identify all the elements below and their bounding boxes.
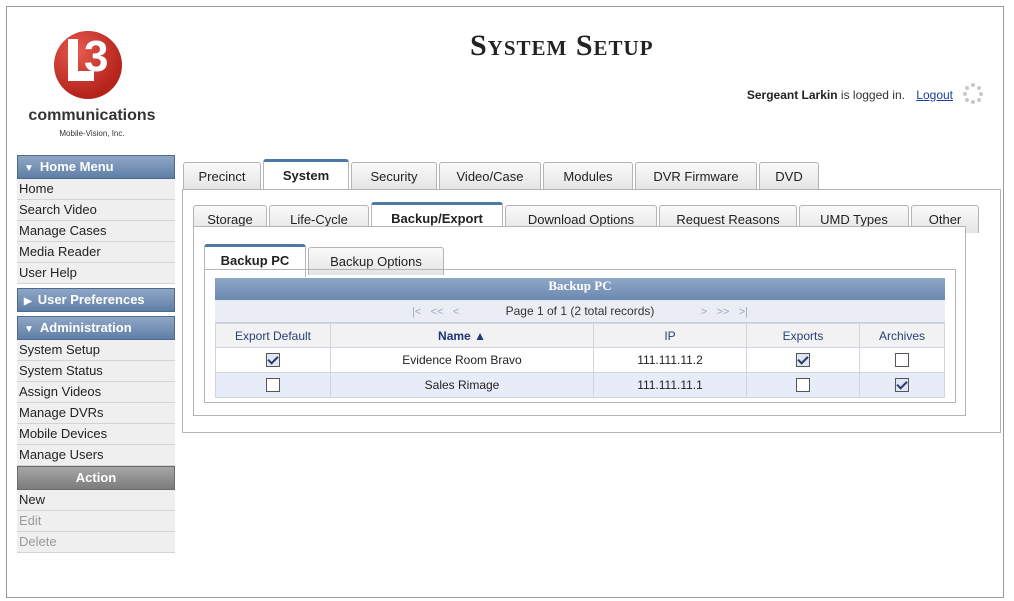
col-archives[interactable]: Archives bbox=[859, 323, 945, 348]
sidebar-item-system-setup[interactable]: System Setup bbox=[17, 340, 175, 361]
system-panel: Storage Life-Cycle Backup/Export Downloa… bbox=[182, 189, 1001, 433]
tab-system[interactable]: System bbox=[263, 159, 349, 192]
company-logo: 3 communications Mobile-Vision, Inc. bbox=[17, 31, 167, 161]
name-cell: Sales Rimage bbox=[330, 372, 594, 398]
sidebar-item-manage-dvrs[interactable]: Manage DVRs bbox=[17, 403, 175, 424]
archives-cell bbox=[859, 347, 945, 373]
backup-pc-table: Export Default Name ▲ IP Exports Archive… bbox=[215, 323, 945, 398]
next-block-icon[interactable]: >> bbox=[717, 306, 730, 318]
tab-modules[interactable]: Modules bbox=[543, 162, 633, 190]
exports-checkbox[interactable] bbox=[796, 378, 810, 393]
first-page-icon[interactable]: |< bbox=[412, 306, 421, 318]
exports-cell bbox=[746, 347, 860, 373]
ip-cell: 111.111.11.1 bbox=[593, 372, 747, 398]
logout-link[interactable]: Logout bbox=[916, 88, 953, 102]
col-ip[interactable]: IP bbox=[593, 323, 747, 348]
administration-header[interactable]: ▼ Administration bbox=[17, 316, 175, 340]
sidebar-item-manage-cases[interactable]: Manage Cases bbox=[17, 221, 175, 242]
table-header-row: Export Default Name ▲ IP Exports Archive… bbox=[215, 323, 945, 348]
login-status: Sergeant Larkin is logged in. Logout bbox=[747, 88, 953, 102]
page-title: System Setup bbox=[470, 29, 654, 62]
last-page-icon[interactable]: >| bbox=[739, 306, 748, 318]
table-row[interactable]: Evidence Room Bravo 111.111.11.2 bbox=[215, 347, 945, 373]
tab-security[interactable]: Security bbox=[351, 162, 437, 190]
sidebar-item-user-help[interactable]: User Help bbox=[17, 263, 175, 284]
pager-text: Page 1 of 1 (2 total records) bbox=[505, 304, 655, 318]
user-name: Sergeant Larkin bbox=[746, 88, 838, 102]
sidebar-item-home[interactable]: Home bbox=[17, 179, 175, 200]
archives-cell bbox=[859, 372, 945, 398]
sidebar-item-mobile-devices[interactable]: Mobile Devices bbox=[17, 424, 175, 445]
grid-title: Backup PC bbox=[215, 278, 945, 300]
sidebar-item-media-reader[interactable]: Media Reader bbox=[17, 242, 175, 263]
sidebar-item-assign-videos[interactable]: Assign Videos bbox=[17, 382, 175, 403]
sidebar-item-system-status[interactable]: System Status bbox=[17, 361, 175, 382]
app-frame: 3 communications Mobile-Vision, Inc. Sys… bbox=[6, 6, 1004, 598]
prev-block-icon[interactable]: << bbox=[431, 306, 444, 318]
tab-video-case[interactable]: Video/Case bbox=[439, 162, 541, 190]
logo-mark: 3 bbox=[54, 31, 122, 99]
action-new[interactable]: New bbox=[17, 490, 175, 511]
export-default-cell bbox=[215, 372, 331, 398]
archives-checkbox[interactable] bbox=[895, 353, 909, 368]
col-export-default[interactable]: Export Default bbox=[215, 323, 331, 348]
tab-precinct[interactable]: Precinct bbox=[183, 162, 261, 190]
logo-brand-text: communications bbox=[28, 107, 156, 124]
triangle-down-icon: ▼ bbox=[24, 324, 34, 335]
home-menu-header[interactable]: ▼ Home Menu bbox=[17, 155, 175, 179]
action-edit: Edit bbox=[17, 511, 175, 532]
grid-pager: |< << < Page 1 of 1 (2 total records) > … bbox=[215, 300, 945, 323]
col-exports[interactable]: Exports bbox=[746, 323, 860, 348]
triangle-right-icon: ▶ bbox=[24, 296, 32, 307]
logged-in-text: is logged in. bbox=[840, 88, 905, 102]
col-name[interactable]: Name ▲ bbox=[330, 323, 594, 348]
triangle-down-icon: ▼ bbox=[24, 163, 34, 174]
backup-export-panel: Backup PC Backup Options Backup PC |< <<… bbox=[193, 226, 966, 416]
export-default-cell bbox=[215, 347, 331, 373]
logo-subtitle: Mobile-Vision, Inc. bbox=[59, 129, 125, 138]
tab-dvr-firmware[interactable]: DVR Firmware bbox=[635, 162, 757, 190]
tab-dvd[interactable]: DVD bbox=[759, 162, 819, 190]
archives-checkbox[interactable] bbox=[895, 378, 909, 393]
exports-cell bbox=[746, 372, 860, 398]
action-header: Action bbox=[17, 466, 175, 490]
backup-pc-grid: Backup PC |< << < Page 1 of 1 (2 total r… bbox=[215, 278, 945, 398]
exports-checkbox[interactable] bbox=[796, 353, 810, 368]
backup-pc-panel: Backup PC |< << < Page 1 of 1 (2 total r… bbox=[204, 269, 956, 403]
next-page-icon[interactable]: > bbox=[701, 306, 707, 318]
prev-page-icon[interactable]: < bbox=[453, 306, 459, 318]
sidebar-item-search-video[interactable]: Search Video bbox=[17, 200, 175, 221]
ip-cell: 111.111.11.2 bbox=[593, 347, 747, 373]
table-row[interactable]: Sales Rimage 111.111.11.1 bbox=[215, 372, 945, 398]
name-cell: Evidence Room Bravo bbox=[330, 347, 594, 373]
export-default-checkbox[interactable] bbox=[266, 378, 280, 393]
sidebar: ▼ Home Menu Home Search Video Manage Case… bbox=[17, 155, 175, 553]
loading-spinner-icon bbox=[963, 83, 983, 104]
action-delete: Delete bbox=[17, 532, 175, 553]
sidebar-item-manage-users[interactable]: Manage Users bbox=[17, 445, 175, 466]
user-preferences-header[interactable]: ▶ User Preferences bbox=[17, 288, 175, 312]
export-default-checkbox[interactable] bbox=[266, 353, 280, 368]
